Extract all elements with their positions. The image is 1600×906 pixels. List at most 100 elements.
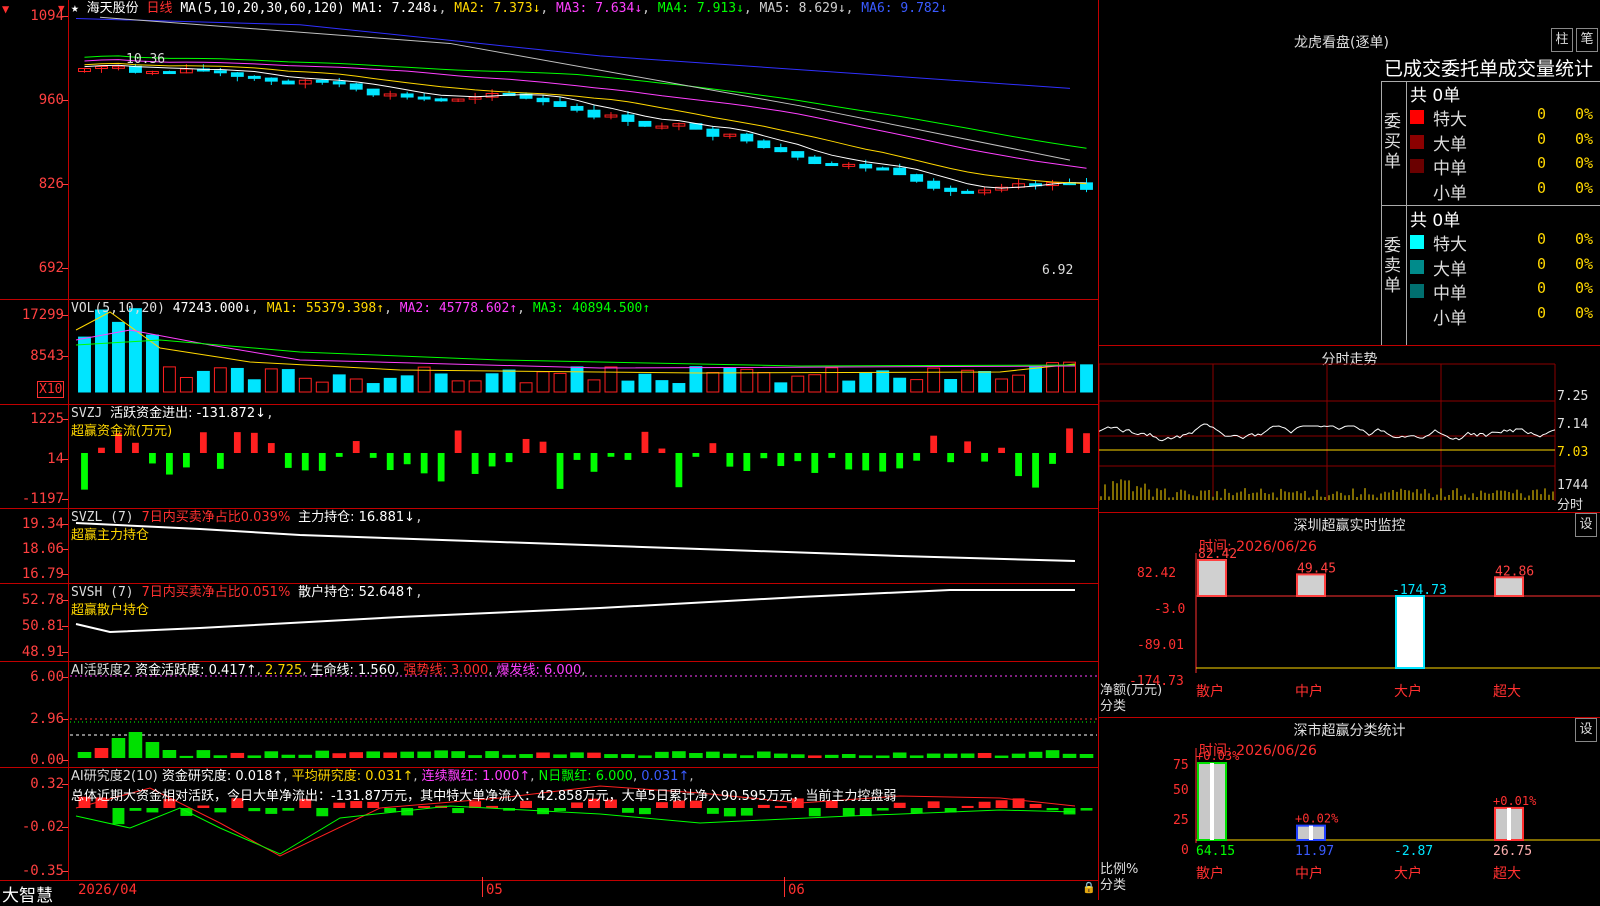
research-bar bbox=[129, 808, 142, 811]
intraday-unit: 分时 bbox=[1557, 498, 1584, 513]
kline-chart[interactable] bbox=[0, 0, 1098, 299]
ma3-value: MA3: 7.634↓ bbox=[556, 1, 643, 16]
candle bbox=[553, 101, 567, 107]
stock-name: 海天股份 bbox=[86, 1, 139, 16]
candle bbox=[944, 187, 958, 192]
vol-title: VOL(5,10,20) bbox=[71, 301, 165, 316]
ai-research-nday: N日飘红: 6.000 bbox=[538, 769, 633, 784]
volume-bar bbox=[468, 380, 482, 393]
activity-bar bbox=[1011, 753, 1026, 758]
activity-bar bbox=[943, 753, 958, 758]
ratio-bar-highlight bbox=[1210, 763, 1214, 840]
flow-bar bbox=[488, 453, 496, 467]
color-swatch bbox=[1410, 159, 1424, 173]
volume-bar bbox=[434, 373, 448, 393]
order-label: 大单 bbox=[1433, 134, 1467, 155]
candle bbox=[927, 180, 941, 189]
activity-bar bbox=[162, 750, 177, 758]
flow-bar bbox=[369, 453, 377, 458]
y-label: 7.03 bbox=[1557, 445, 1589, 460]
intraday-chart[interactable] bbox=[1099, 346, 1600, 512]
research-bar bbox=[723, 808, 736, 817]
activity-bar bbox=[111, 738, 126, 758]
order-label: 小单 bbox=[1433, 183, 1467, 204]
activity-bar bbox=[723, 753, 737, 758]
order-row: 特大 0 0% bbox=[1407, 105, 1600, 130]
monitor-panel[interactable]: 深圳超赢实时监控 设 时间: 2026/06/26 82.42 散户 49.45 中户… bbox=[1099, 513, 1600, 718]
research-bar bbox=[265, 808, 278, 814]
research-bar bbox=[1029, 803, 1042, 808]
volume-bar bbox=[281, 369, 295, 393]
bar-value-label: 42.86 bbox=[1495, 564, 1534, 579]
svzj-pane[interactable]: 1225 14 -1197 SVZJ 活跃资金进出: -131.872↓, 超赢… bbox=[0, 405, 1098, 509]
svsh-pane[interactable]: 52.78 50.81 48.91 SVSH (7) 7日内买卖净占比0.051… bbox=[0, 584, 1098, 662]
flow-bar bbox=[1015, 453, 1022, 477]
activity-bar bbox=[926, 753, 941, 758]
date-axis[interactable]: 大智慧 2026/04 05 06 🔒 bbox=[0, 877, 1098, 906]
chart-area[interactable]: ▼ ▼ 1094 960 826 692 ★ 海天股份 日线 MA(5,10,2… bbox=[0, 0, 1099, 906]
candle bbox=[638, 120, 652, 127]
volume-bar bbox=[655, 380, 669, 393]
flow-bar bbox=[267, 443, 275, 453]
activity-bar bbox=[213, 755, 228, 758]
vol-value: 47243.000↓ bbox=[172, 301, 252, 316]
activity-bar bbox=[179, 755, 194, 758]
ma1-line bbox=[84, 64, 1087, 189]
volume-pane[interactable]: 17299 8543 X10 VOL(5,10,20) 47243.000↓, … bbox=[0, 300, 1098, 405]
y-label: 82.42 bbox=[1137, 566, 1177, 581]
order-row: 大单 0 0% bbox=[1407, 129, 1600, 155]
order-volume: 0 bbox=[1537, 129, 1547, 148]
volume-bar bbox=[1080, 364, 1093, 393]
favorite-star-icon[interactable]: ★ bbox=[71, 1, 79, 16]
candle bbox=[791, 151, 805, 158]
classify-chart[interactable]: +0.03% 64.15 散户 +0.02% 11.97 中户 -2.87 大户 +0.01% 2… bbox=[1099, 718, 1600, 900]
ai-lifeline: 生命线: 1.560 bbox=[310, 663, 396, 678]
intraday-panel[interactable]: 分时走势 7.25 7.14 7.03 1744 分时 bbox=[1099, 346, 1600, 513]
svzl-title: SVZL (7) bbox=[71, 510, 134, 525]
order-row: 中单 0 0% bbox=[1407, 154, 1600, 179]
lock-icon[interactable]: 🔒 bbox=[1082, 881, 1096, 894]
kline-pane[interactable]: ▼ ▼ 1094 960 826 692 ★ 海天股份 日线 MA(5,10,2… bbox=[0, 0, 1098, 300]
value-label: -2.87 bbox=[1394, 844, 1433, 859]
research-bar bbox=[910, 808, 923, 814]
research-bar bbox=[146, 808, 159, 813]
flow-bar bbox=[590, 453, 598, 472]
research-bar bbox=[401, 808, 414, 816]
svzl-pane[interactable]: 19.34 18.06 16.79 SVZL (7) 7日内买卖净占比0.039… bbox=[0, 509, 1098, 584]
buy-total: 共 0单 bbox=[1410, 86, 1461, 106]
candle bbox=[315, 79, 329, 83]
volume-bar bbox=[808, 374, 822, 393]
volume-bar bbox=[95, 309, 108, 393]
research-bar bbox=[622, 808, 634, 813]
flow-bar bbox=[624, 453, 632, 460]
research-bar bbox=[961, 805, 974, 808]
ai-strong-line: 强势线: 3.000 bbox=[403, 663, 489, 678]
activity-bar bbox=[366, 751, 381, 758]
classify-panel[interactable]: 深市超赢分类统计 设 时间: 2026/06/26 +0.03% 64.15 散户 +… bbox=[1099, 718, 1600, 900]
longhu-subtitle: 已成交委托单成交量统计 bbox=[1384, 58, 1594, 80]
longhu-panel: 龙虎看盘(逐单) 柱 笔 已成交委托单成交量统计 委买单 共 0单 特大 0 0… bbox=[1099, 0, 1600, 346]
order-row: 小单 0 0% bbox=[1407, 304, 1600, 329]
color-swatch bbox=[1410, 183, 1424, 198]
month-label: 05 bbox=[486, 882, 503, 898]
research-bar bbox=[638, 808, 651, 815]
ai-activity-pane[interactable]: 6.00 2.96 0.00 AI活跃度2 资金活跃度: 0.417↑, 2.7… bbox=[0, 662, 1098, 768]
order-volume: 0 bbox=[1537, 105, 1547, 123]
bar-mode-button[interactable]: 柱 bbox=[1551, 28, 1573, 52]
volume-bar bbox=[876, 370, 890, 393]
volume-bar bbox=[757, 372, 771, 393]
flow-bar bbox=[811, 453, 819, 473]
ma5-value: MA5: 8.629↓ bbox=[759, 1, 846, 16]
flow-bar bbox=[658, 448, 666, 453]
activity-bar bbox=[349, 752, 364, 758]
volume-bar bbox=[1029, 366, 1043, 393]
research-bar bbox=[1046, 808, 1059, 811]
volume-bar bbox=[128, 308, 142, 393]
research-bar bbox=[248, 808, 261, 812]
period-label[interactable]: 日线 bbox=[147, 1, 173, 16]
volume-bar bbox=[162, 366, 176, 393]
volume-bar bbox=[247, 379, 261, 393]
ai-research-pane[interactable]: 0.32 -0.02 -0.35 AI研究度2(10) 资金研究度: 0.018… bbox=[0, 768, 1098, 881]
activity-bar bbox=[230, 752, 245, 758]
tick-mode-button[interactable]: 笔 bbox=[1576, 28, 1598, 52]
